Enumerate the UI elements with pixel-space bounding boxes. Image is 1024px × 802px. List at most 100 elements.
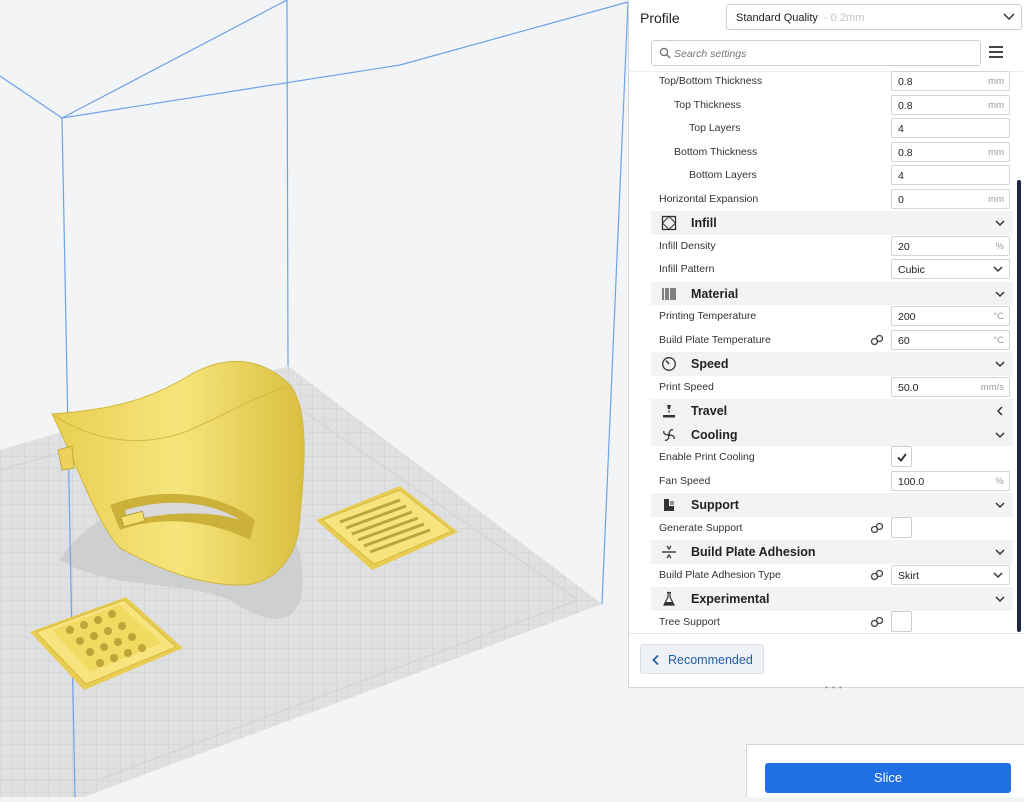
- chevron-left-icon: [652, 654, 659, 666]
- link-icon[interactable]: [870, 522, 884, 534]
- top-bottom-thickness-input[interactable]: 0.8 mm: [891, 71, 1010, 91]
- infill-pattern-dropdown[interactable]: Cubic: [891, 259, 1010, 279]
- setting-label: Generate Support: [659, 521, 743, 534]
- setting-horizontal-expansion: Horizontal Expansion 0 mm: [651, 188, 1013, 212]
- resize-handle[interactable]: • • •: [825, 683, 843, 692]
- setting-tree-support: Tree Support: [651, 610, 1013, 635]
- print-speed-input[interactable]: 50.0 mm/s: [891, 376, 1010, 397]
- search-input[interactable]: [672, 45, 976, 63]
- setting-print-speed: Print Speed 50.0 mm/s: [651, 376, 1013, 400]
- build-plate-temperature-input[interactable]: 60 °C: [891, 329, 1010, 350]
- setting-bottom-thickness: Bottom Thickness 0.8 mm: [651, 141, 1013, 165]
- recommended-label: Recommended: [668, 653, 753, 667]
- chevron-down-icon: [995, 431, 1005, 438]
- category-label: Material: [691, 286, 739, 301]
- chevron-down-icon: [995, 596, 1005, 603]
- tree-support-checkbox[interactable]: [891, 610, 912, 632]
- search-icon: [659, 47, 671, 59]
- category-support[interactable]: Support: [651, 493, 1013, 517]
- horizontal-expansion-input[interactable]: 0 mm: [891, 188, 1010, 209]
- settings-scrollbar[interactable]: [1017, 180, 1021, 632]
- setting-build-plate-temperature: Build Plate Temperature 60 °C: [651, 329, 1013, 353]
- setting-fan-speed: Fan Speed 100.0%: [651, 470, 1013, 494]
- setting-adhesion-type: Build Plate Adhesion Type Skirt: [651, 564, 1013, 588]
- setting-label: Build Plate Temperature: [659, 333, 771, 346]
- setting-infill-pattern: Infill Pattern Cubic: [651, 258, 1013, 282]
- profile-value: Standard Quality - 0.2mm: [736, 12, 865, 24]
- category-label: Support: [691, 498, 739, 512]
- generate-support-checkbox[interactable]: [891, 516, 912, 538]
- setting-label: Bottom Thickness: [674, 145, 758, 158]
- setting-label: Fan Speed: [659, 474, 711, 487]
- enable-print-cooling-checkbox[interactable]: [891, 446, 912, 467]
- category-experimental[interactable]: Experimental: [651, 587, 1013, 611]
- fan-icon: [663, 428, 675, 441]
- setting-label: Tree Support: [659, 615, 720, 628]
- setting-label: Enable Print Cooling: [659, 451, 755, 463]
- chevron-left-icon: [996, 406, 1003, 416]
- top-layers-input[interactable]: 4: [891, 118, 1010, 138]
- settings-menu-icon[interactable]: [989, 44, 1003, 60]
- category-material[interactable]: Material: [651, 281, 1013, 305]
- adhesion-icon: [662, 545, 676, 559]
- profile-dropdown[interactable]: Standard Quality - 0.2mm: [726, 4, 1022, 30]
- recommended-button[interactable]: Recommended: [640, 644, 764, 674]
- category-label: Experimental: [691, 592, 770, 606]
- travel-icon: [663, 405, 675, 418]
- profile-row: Profile Standard Quality - 0.2mm: [629, 0, 1024, 36]
- chevron-down-icon: [995, 549, 1005, 556]
- setting-label: Top Layers: [689, 122, 741, 134]
- adhesion-type-dropdown[interactable]: Skirt: [891, 564, 1010, 585]
- chevron-down-icon: [993, 571, 1003, 578]
- setting-top-layers: Top Layers 4: [651, 117, 1013, 141]
- link-icon[interactable]: [870, 334, 884, 346]
- checkmark-icon: [897, 453, 907, 462]
- chevron-down-icon: [993, 266, 1003, 273]
- chevron-down-icon: [995, 290, 1005, 297]
- category-build-plate-adhesion[interactable]: Build Plate Adhesion: [651, 540, 1013, 564]
- category-speed[interactable]: Speed: [651, 352, 1013, 376]
- search-field[interactable]: [651, 40, 981, 66]
- category-label: Speed: [691, 357, 729, 371]
- setting-infill-density: Infill Density 20%: [651, 235, 1013, 259]
- setting-label: Printing Temperature: [659, 310, 757, 322]
- settings-list[interactable]: Top/Bottom Thickness 0.8 mm Top Thickness…: [651, 70, 1013, 634]
- support-icon: [664, 499, 674, 511]
- print-settings-panel: Profile Standard Quality- 0.2mm Top/Bott…: [628, 0, 1024, 692]
- chevron-down-icon: [1003, 13, 1015, 21]
- category-infill[interactable]: Infill: [651, 211, 1013, 235]
- category-travel[interactable]: Travel: [651, 399, 1013, 423]
- setting-printing-temperature: Printing Temperature 200 °C: [651, 305, 1013, 329]
- fan-speed-input[interactable]: 100.0%: [891, 470, 1010, 491]
- setting-label: Top/Bottom Thickness: [659, 75, 763, 87]
- link-icon[interactable]: [870, 616, 884, 628]
- setting-label: Bottom Layers: [689, 169, 757, 181]
- category-label: Cooling: [691, 427, 738, 442]
- flask-icon: [663, 591, 675, 606]
- link-icon[interactable]: [870, 569, 884, 581]
- slice-panel: Slice: [746, 744, 1024, 797]
- category-cooling[interactable]: Cooling: [651, 422, 1013, 446]
- bottom-layers-input[interactable]: 4: [891, 165, 1010, 185]
- slice-button[interactable]: Slice: [765, 763, 1011, 793]
- category-label: Build Plate Adhesion: [691, 545, 816, 559]
- speed-icon: [662, 357, 676, 371]
- infill-icon: [661, 215, 677, 231]
- infill-density-input[interactable]: 20%: [891, 235, 1010, 256]
- category-label: Travel: [691, 404, 728, 418]
- divider: [629, 633, 1024, 634]
- material-icon: [662, 287, 676, 300]
- setting-top-bottom-thickness: Top/Bottom Thickness 0.8 mm: [651, 70, 1013, 94]
- profile-label: Profile: [640, 10, 680, 26]
- chevron-down-icon: [995, 502, 1005, 509]
- setting-label: Build Plate Adhesion Type: [659, 568, 781, 581]
- chevron-down-icon: [995, 361, 1005, 368]
- category-label: Infill: [691, 216, 717, 230]
- bottom-thickness-input[interactable]: 0.8 mm: [891, 141, 1010, 162]
- setting-label: Top Thickness: [674, 98, 741, 111]
- setting-top-thickness: Top Thickness 0.8 mm: [651, 94, 1013, 118]
- printing-temperature-input[interactable]: 200 °C: [891, 306, 1010, 326]
- setting-label: Horizontal Expansion: [659, 192, 759, 205]
- top-thickness-input[interactable]: 0.8 mm: [891, 94, 1010, 115]
- setting-label: Infill Density: [659, 239, 716, 252]
